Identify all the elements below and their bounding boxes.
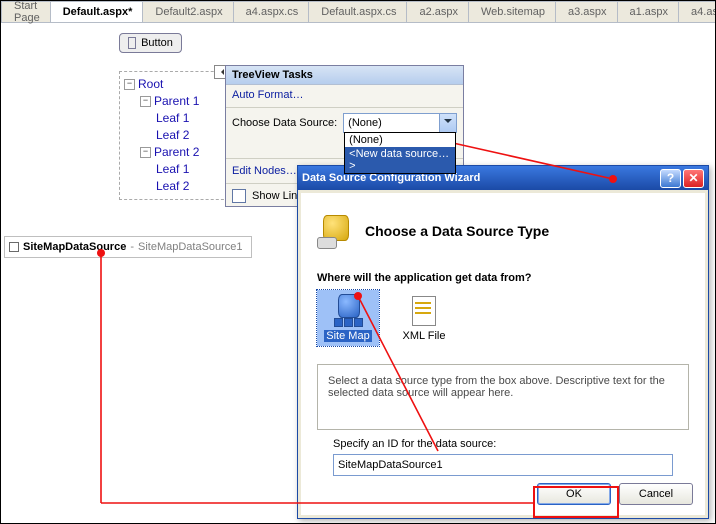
choose-datasource-label: Choose Data Source: — [232, 117, 337, 129]
datasource-sep: - — [130, 241, 134, 253]
asp-button-control[interactable]: Button — [119, 33, 182, 53]
chevron-down-icon[interactable] — [439, 114, 456, 132]
datasource-id: SiteMapDataSource1 — [138, 241, 243, 253]
tab-a4-aspx[interactable]: a4.aspx — [679, 1, 716, 22]
datasource-type: SiteMapDataSource — [23, 241, 126, 253]
tree-node[interactable]: Parent 1 — [154, 94, 199, 108]
id-input[interactable] — [333, 454, 673, 476]
wizard-question: Where will the application get data from… — [317, 272, 689, 284]
tree-root[interactable]: Root — [138, 77, 163, 91]
dropdown-selected: (None) — [348, 117, 382, 129]
tree-leaf[interactable]: Leaf 1 — [156, 162, 189, 176]
type-sitemap-label: Site Map — [324, 330, 371, 342]
document-tabstrip: Start Page Default.aspx* Default2.aspx a… — [1, 1, 715, 23]
cancel-button[interactable]: Cancel — [619, 483, 693, 505]
dropdown-option-new[interactable]: <New data source…> — [345, 147, 455, 173]
tab-default-aspx[interactable]: Default.aspx* — [51, 1, 144, 22]
expand-icon[interactable]: − — [140, 96, 151, 107]
tree-leaf[interactable]: Leaf 1 — [156, 111, 189, 125]
dropdown-list: (None) <New data source…> — [344, 132, 456, 174]
wizard-banner-icon — [317, 213, 353, 249]
tab-a1-aspx[interactable]: a1.aspx — [618, 1, 680, 22]
sitemap-datasource-control[interactable]: SiteMapDataSource - SiteMapDataSource1 — [4, 236, 252, 258]
treeview-control[interactable]: −Root −Parent 1 Leaf 1 Leaf 2 −Parent 2 … — [119, 71, 229, 200]
dropdown-option-none[interactable]: (None) — [345, 133, 455, 147]
tab-default2-aspx[interactable]: Default2.aspx — [143, 1, 233, 22]
tree-leaf[interactable]: Leaf 2 — [156, 179, 189, 193]
auto-format-link[interactable]: Auto Format… — [226, 85, 463, 105]
button-glyph-icon — [128, 37, 136, 49]
datasource-wizard-dialog: Data Source Configuration Wizard ? ✕ Cho… — [297, 165, 709, 519]
tasks-header: TreeView Tasks — [226, 66, 463, 85]
canvas: Start Page Default.aspx* Default2.aspx a… — [0, 0, 716, 524]
wizard-heading: Choose a Data Source Type — [365, 223, 549, 239]
type-xmlfile[interactable]: XML File — [393, 290, 455, 346]
help-button[interactable]: ? — [660, 169, 681, 188]
tab-a2-aspx[interactable]: a2.aspx — [407, 1, 469, 22]
button-label: Button — [141, 37, 173, 49]
tree-node[interactable]: Parent 2 — [154, 145, 199, 159]
close-button[interactable]: ✕ — [683, 169, 704, 188]
datasource-glyph-icon — [9, 242, 19, 252]
tab-a4-aspx-cs[interactable]: a4.aspx.cs — [234, 1, 310, 22]
tab-default-aspx-cs[interactable]: Default.aspx.cs — [309, 1, 407, 22]
id-label: Specify an ID for the data source: — [333, 438, 673, 450]
tab-start-page[interactable]: Start Page — [1, 1, 51, 22]
datasource-dropdown[interactable]: (None) (None) <New data source…> — [343, 113, 457, 133]
ok-button[interactable]: OK — [537, 483, 611, 505]
expand-icon[interactable]: − — [140, 147, 151, 158]
sitemap-icon — [332, 294, 364, 326]
expand-icon[interactable]: − — [124, 79, 135, 90]
type-description: Select a data source type from the box a… — [317, 364, 689, 430]
type-sitemap[interactable]: Site Map — [317, 290, 379, 346]
show-lines-checkbox[interactable] — [232, 189, 246, 203]
type-xmlfile-label: XML File — [403, 330, 446, 342]
tab-a3-aspx[interactable]: a3.aspx — [556, 1, 618, 22]
tab-web-sitemap[interactable]: Web.sitemap — [469, 1, 556, 22]
tree-leaf[interactable]: Leaf 2 — [156, 128, 189, 142]
